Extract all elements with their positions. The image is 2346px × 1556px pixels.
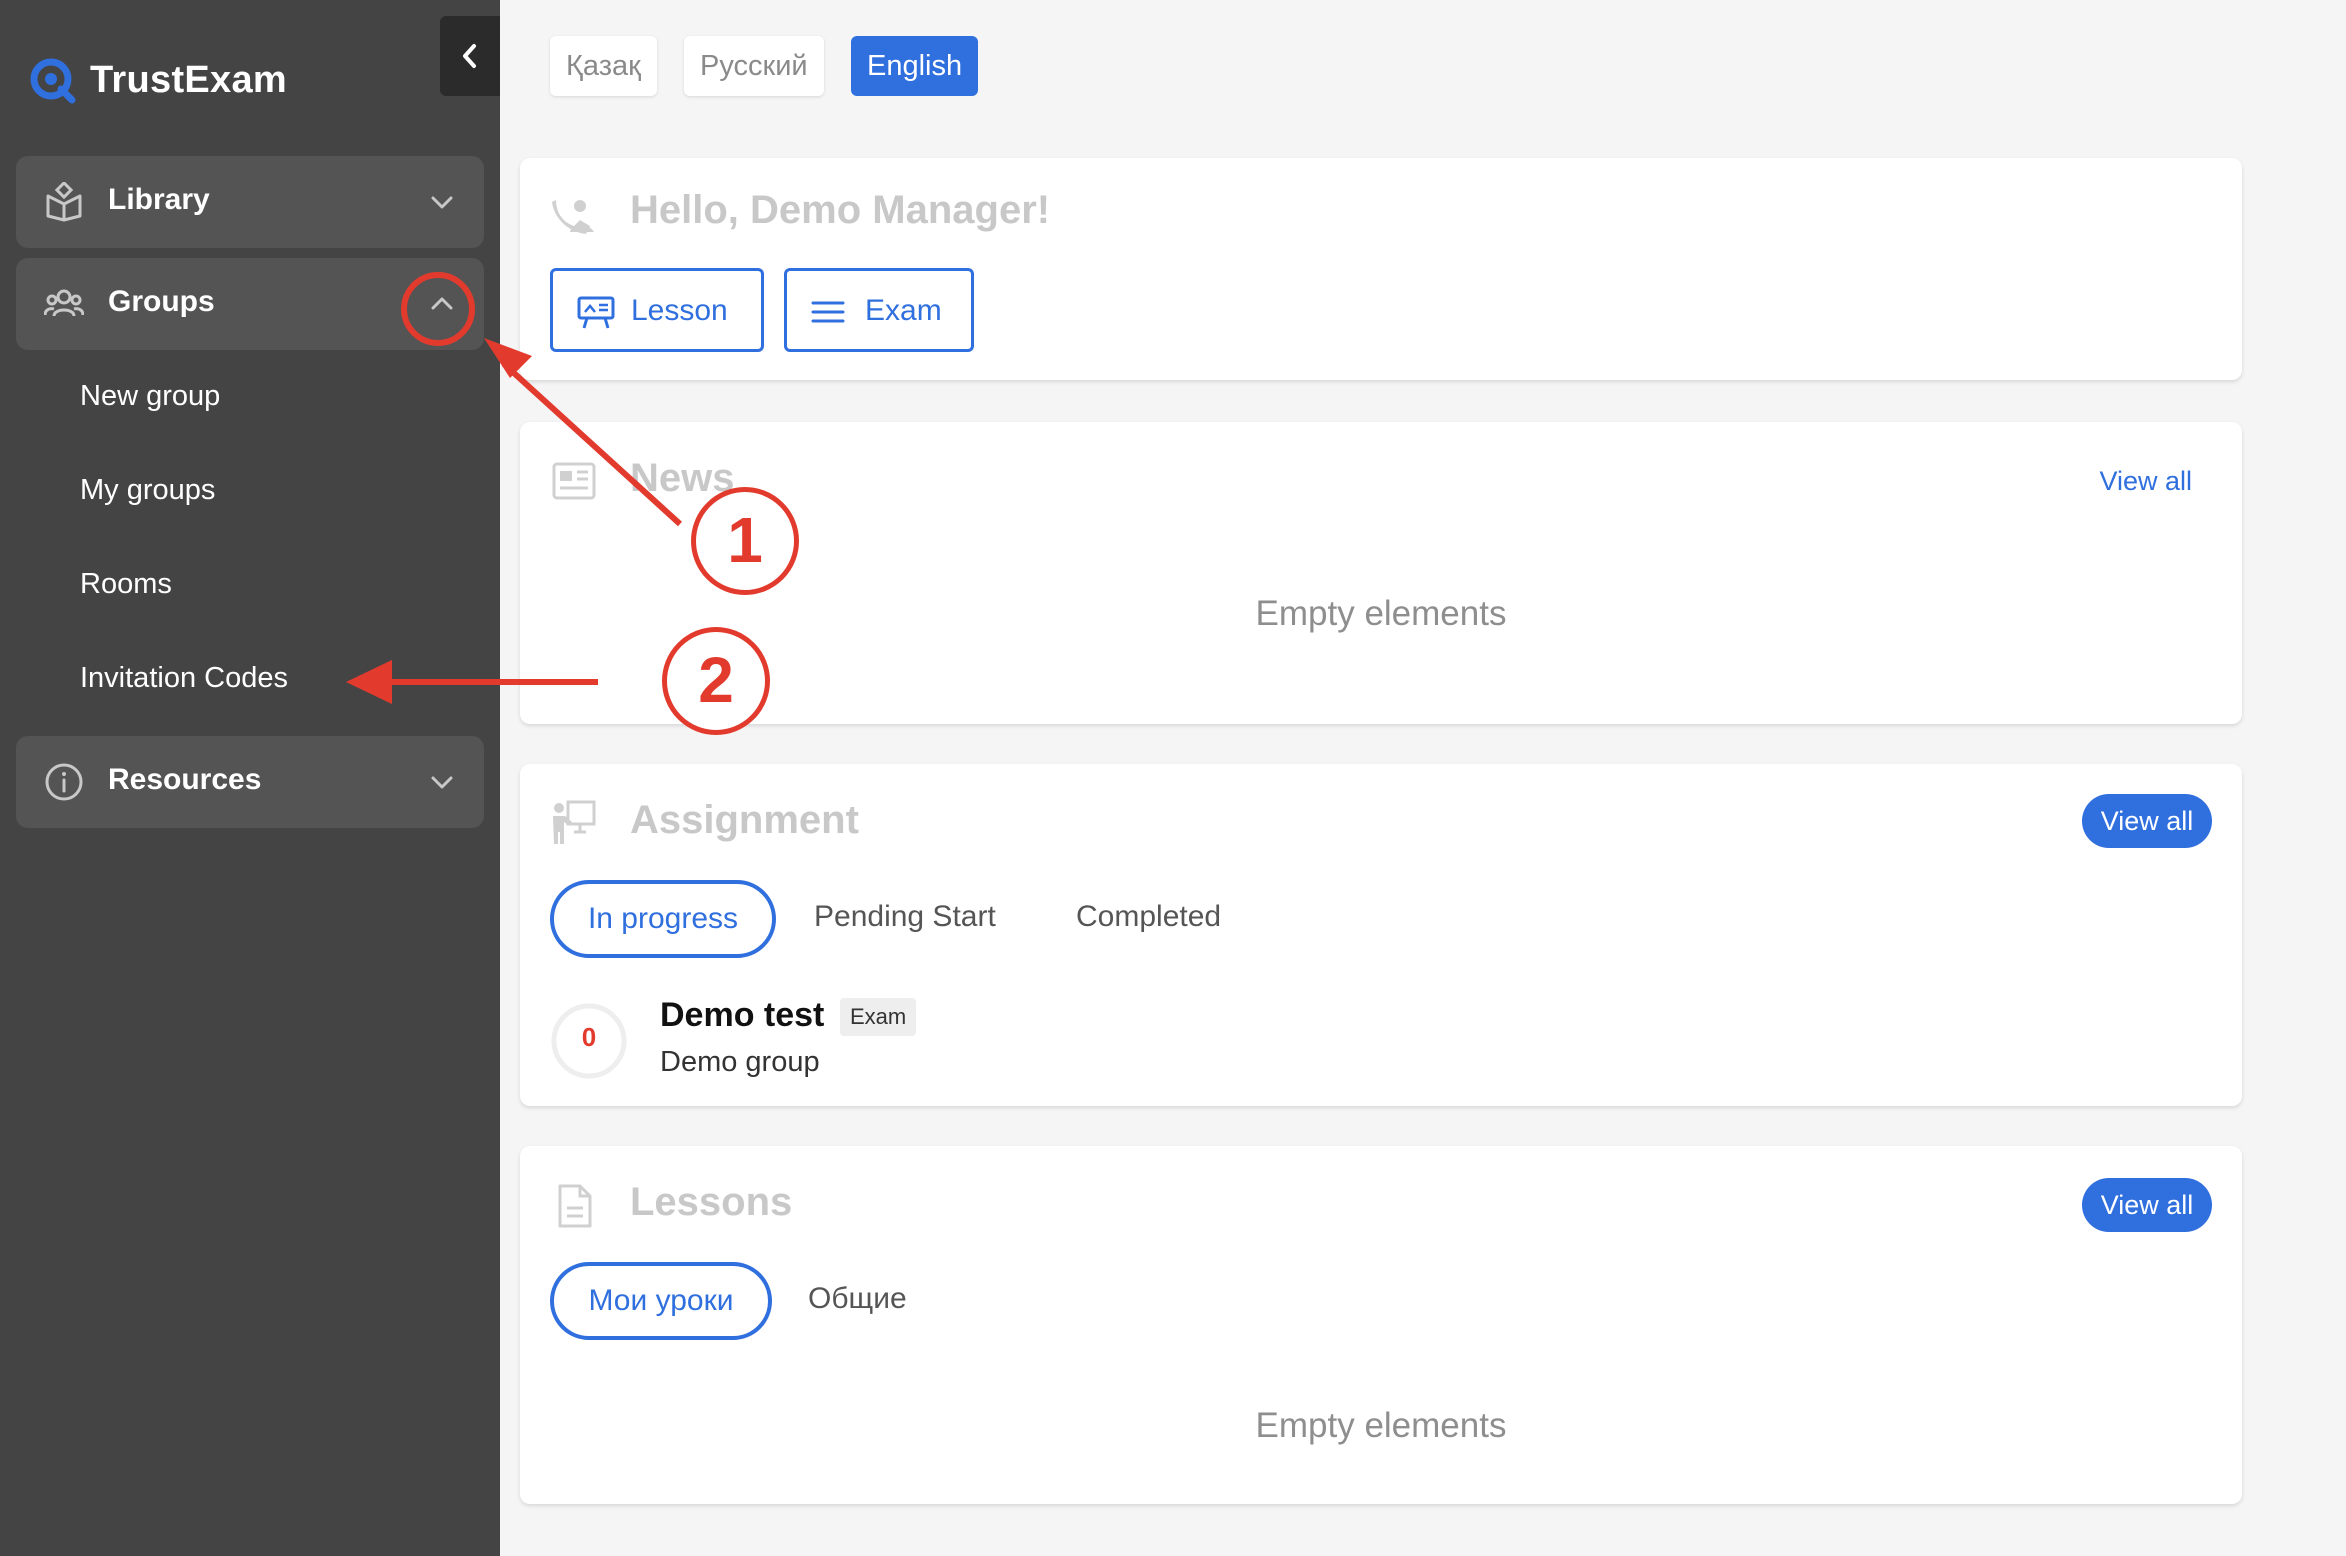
highlight-circle [401, 272, 475, 346]
annotation-overlay [346, 272, 683, 704]
annotation-number-1: 1 [691, 487, 799, 595]
annotation-number-2: 2 [662, 627, 770, 735]
arrow-head-icon [484, 338, 532, 378]
arrow-head-icon [346, 660, 392, 704]
annotation-arrow-1 [501, 361, 683, 527]
